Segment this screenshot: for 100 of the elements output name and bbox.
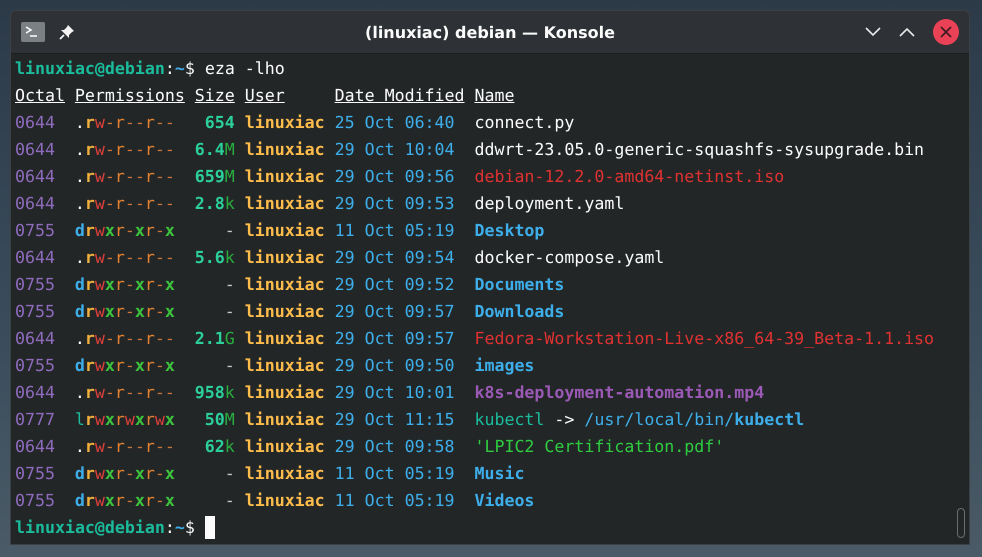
column-header: Date Modified <box>334 85 464 107</box>
user-cell-text: linuxiac <box>244 301 325 323</box>
octal-cell-text: 0755 <box>15 301 56 323</box>
user-cell-text: linuxiac <box>244 112 325 134</box>
user-cell-text: linuxiac <box>244 490 325 512</box>
maximize-icon[interactable] <box>898 27 915 37</box>
file-name: Fedora-Workstation-Live-x86_64-39_Beta-1.1.iso <box>474 328 936 350</box>
user-cell-text: linuxiac <box>244 139 325 161</box>
pin-icon[interactable] <box>59 24 75 40</box>
permissions-cell-text: drwxr-xr-x <box>74 220 176 242</box>
file-name: images <box>474 355 536 377</box>
user-cell-text: linuxiac <box>244 166 325 188</box>
octal-cell-text: 0644 <box>15 382 56 404</box>
user-cell-text: linuxiac <box>244 409 325 431</box>
size-cell-text: - <box>224 463 235 485</box>
octal-cell-text: 0644 <box>15 247 56 269</box>
octal-cell-text: 0644 <box>15 166 56 188</box>
octal-cell-text: 0755 <box>15 220 56 242</box>
size-cell-text: - <box>224 274 235 296</box>
size-cell-text: - <box>224 301 235 323</box>
date-cell-text: 11 Oct 05:19 <box>334 463 456 485</box>
date-cell-text: 29 Oct 10:04 <box>334 139 456 161</box>
date-cell-text: 29 Oct 09:57 <box>334 328 456 350</box>
prompt-line: linuxiac@debian:~$ <box>15 517 196 539</box>
octal-cell-text: 0755 <box>15 274 56 296</box>
file-name: connect.py <box>474 112 576 134</box>
user-cell-text: linuxiac <box>244 247 325 269</box>
file-name: Documents <box>474 274 566 296</box>
file-name: debian-12.2.0-amd64-netinst.iso <box>474 166 786 188</box>
column-header: User <box>244 85 286 107</box>
octal-cell-text: 0755 <box>15 355 56 377</box>
permissions-cell-text: drwxr-xr-x <box>74 274 176 296</box>
date-cell-text: 29 Oct 09:56 <box>334 166 456 188</box>
octal-cell-text: 0777 <box>15 409 56 431</box>
column-header: Name <box>474 85 516 107</box>
octal-cell-text: 0755 <box>15 490 56 512</box>
column-header: Size <box>194 85 235 107</box>
permissions-cell-text: .rw-r--r-- <box>74 436 176 458</box>
column-header: Octal <box>15 85 65 107</box>
permissions-cell-text: drwxr-xr-x <box>74 355 176 377</box>
user-cell-text: linuxiac <box>244 436 325 458</box>
window-title: (linuxiac) debian — Konsole <box>365 22 615 42</box>
date-cell-text: 29 Oct 09:50 <box>334 355 456 377</box>
file-name: k8s-deployment-automation.mp4 <box>474 382 766 404</box>
file-name: 'LPIC2 Certification.pdf' <box>474 436 726 458</box>
permissions-cell-text: drwxr-xr-x <box>74 490 176 512</box>
permissions-cell-text: .rw-r--r-- <box>74 193 176 215</box>
octal-cell-text: 0644 <box>15 139 56 161</box>
user-cell-text: linuxiac <box>244 220 325 242</box>
size-cell-text: - <box>224 490 235 512</box>
permissions-cell-text: .rw-r--r-- <box>74 247 176 269</box>
user-cell-text: linuxiac <box>244 193 325 215</box>
permissions-cell-text: drwxr-xr-x <box>74 463 176 485</box>
date-cell-text: 29 Oct 09:57 <box>334 301 456 323</box>
file-name: Downloads <box>474 301 566 323</box>
file-name: Music <box>474 463 526 485</box>
permissions-cell-text: .rw-r--r-- <box>74 382 176 404</box>
prompt-line: linuxiac@debian:~$ eza -lho <box>15 58 285 80</box>
date-cell-text: 29 Oct 11:15 <box>334 409 456 431</box>
date-cell-text: 25 Oct 06:40 <box>334 112 456 134</box>
size-cell-text: 2.8k <box>194 193 235 215</box>
user-cell-text: linuxiac <box>244 463 325 485</box>
close-icon[interactable] <box>932 19 959 45</box>
scrollbar[interactable] <box>957 508 965 538</box>
date-cell-text: 11 Oct 05:19 <box>334 220 456 242</box>
user-cell-text: linuxiac <box>244 328 325 350</box>
size-cell-text: 5.6k <box>194 247 235 269</box>
file-name: docker-compose.yaml <box>474 247 666 269</box>
file-name: ddwrt-23.05.0-generic-squashfs-sysupgrade.bin <box>474 139 926 161</box>
permissions-cell-text: .rw-r--r-- <box>74 328 176 350</box>
permissions-cell-text: .rw-r--r-- <box>74 139 176 161</box>
permissions-cell-text: .rw-r--r-- <box>74 112 176 134</box>
date-cell-text: 29 Oct 10:01 <box>334 382 456 404</box>
size-cell-text: - <box>224 220 235 242</box>
octal-cell-text: 0644 <box>15 436 56 458</box>
text-cursor <box>204 516 215 539</box>
user-cell-text: linuxiac <box>244 274 325 296</box>
file-name: kubectl -> /usr/local/bin/kubectl <box>474 409 806 431</box>
user-cell-text: linuxiac <box>244 355 325 377</box>
octal-cell-text: 0644 <box>15 328 56 350</box>
terminal-icon[interactable] <box>21 22 45 42</box>
file-name: Desktop <box>474 220 546 242</box>
permissions-cell-text: .rw-r--r-- <box>74 166 176 188</box>
date-cell-text: 11 Oct 05:19 <box>334 490 456 512</box>
octal-cell-text: 0644 <box>15 112 56 134</box>
size-cell-text: 654 <box>204 112 235 134</box>
octal-cell-text: 0755 <box>15 463 56 485</box>
date-cell-text: 29 Oct 09:58 <box>334 436 456 458</box>
file-name: deployment.yaml <box>474 193 626 215</box>
size-cell-text: 958k <box>194 382 235 404</box>
user-cell-text: linuxiac <box>244 382 325 404</box>
date-cell-text: 29 Oct 09:52 <box>334 274 456 296</box>
date-cell-text: 29 Oct 09:54 <box>334 247 456 269</box>
date-cell-text: 29 Oct 09:53 <box>334 193 456 215</box>
file-name: Videos <box>474 490 536 512</box>
size-cell-text: 50M <box>204 409 235 431</box>
minimize-icon[interactable] <box>864 27 881 37</box>
column-header: Permissions <box>74 85 185 107</box>
permissions-cell-text: drwxr-xr-x <box>74 301 176 323</box>
permissions-cell-text: lrwxrwxrwx <box>74 409 176 431</box>
